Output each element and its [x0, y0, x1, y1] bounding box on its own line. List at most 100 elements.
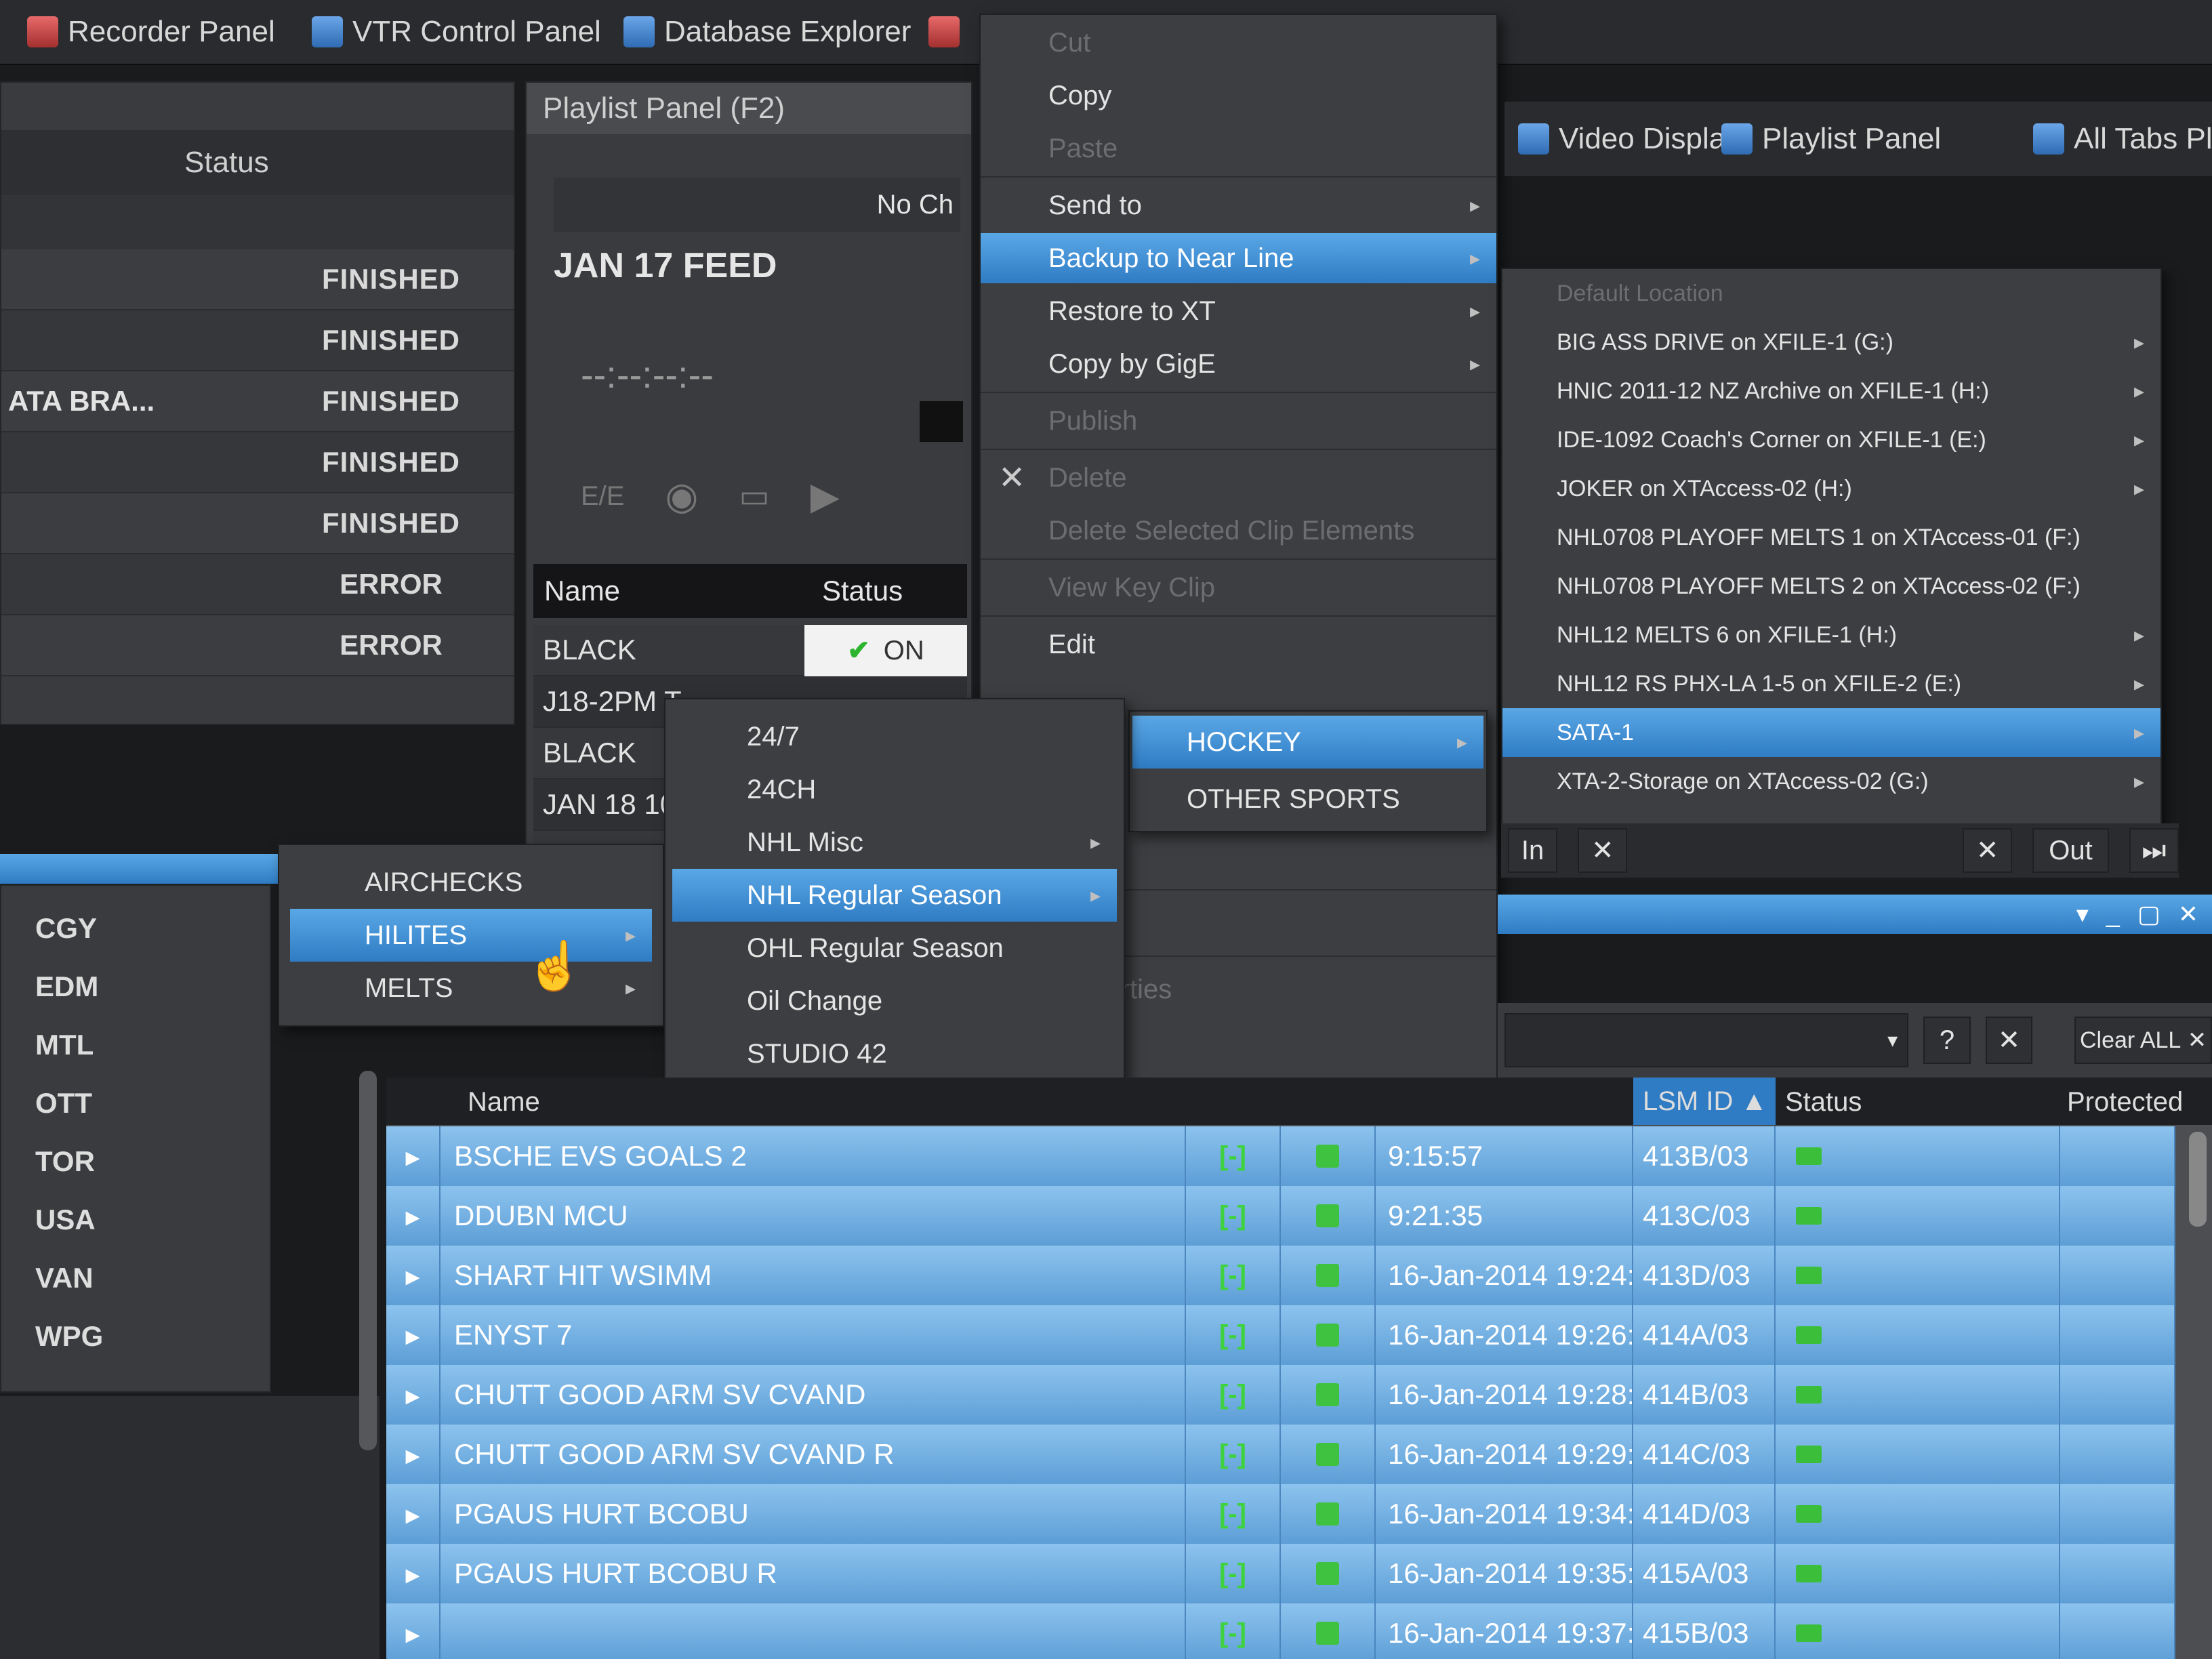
team-item[interactable]: OTT: [1, 1074, 270, 1132]
backup-menu-item[interactable]: XTA-2-Storage on XTAccess-02 (G:) ▸: [1502, 757, 2160, 806]
clip-date: 16-Jan-2014 19:24:17: [1388, 1259, 1633, 1291]
minimize-icon[interactable]: _: [2106, 900, 2120, 928]
backup-menu-item[interactable]: JOKER on XTAccess-02 (H:) ▸: [1502, 464, 2160, 513]
expand-cell[interactable]: ▸: [386, 1603, 441, 1659]
category-menu-item[interactable]: AIRCHECKS: [290, 856, 652, 909]
status-row[interactable]: FINISHED: [1, 493, 514, 554]
grid-scrollbar[interactable]: [2189, 1132, 2207, 1227]
backup-menu-item[interactable]: NHL12 RS PHX-LA 1-5 on XFILE-2 (E:) ▸: [1502, 659, 2160, 708]
team-item[interactable]: CGY: [1, 899, 270, 958]
expand-cell[interactable]: ▸: [386, 1544, 441, 1603]
backup-menu-item[interactable]: SATA-1 ▸: [1502, 708, 2160, 757]
context-menu-item[interactable]: Edit: [981, 619, 1496, 670]
sports-menu-item[interactable]: OTHER SPORTS: [1132, 773, 1483, 825]
context-menu-item[interactable]: Backup to Near Line ▸: [981, 233, 1496, 283]
status-row[interactable]: ATA BRA... FINISHED: [1, 371, 514, 432]
help-button[interactable]: ?: [1923, 1017, 1971, 1064]
table-row[interactable]: ▸ [-] 16-Jan-2014 19:37:23 415B/03: [386, 1603, 2175, 1659]
category-menu-item[interactable]: MELTS ▸: [290, 962, 652, 1015]
context-menu-item[interactable]: Send to ▸: [981, 180, 1496, 230]
backup-menu-item[interactable]: NHL12 MELTS 6 on XFILE-1 (H:) ▸: [1502, 611, 2160, 659]
table-row[interactable]: ▸ CHUTT GOOD ARM SV CVAND [-] 16-Jan-2014 1…: [386, 1365, 2175, 1426]
backup-menu-item[interactable]: IDE-1092 Coach's Corner on XFILE-1 (E:) ▸: [1502, 415, 2160, 464]
clear-in-icon[interactable]: ✕: [1578, 828, 1628, 873]
status-row[interactable]: FINISHED: [1, 310, 514, 371]
taskbar-all-tabs[interactable]: All Tabs Playlist: [2033, 117, 2212, 161]
folder-icon[interactable]: ▭: [739, 477, 769, 515]
hilites-menu-item[interactable]: OHL Regular Season: [672, 922, 1117, 975]
table-row[interactable]: ▸ SHART HIT WSIMM [-] 16-Jan-2014 19:24:17 4…: [386, 1246, 2175, 1307]
expand-cell[interactable]: ▸: [386, 1126, 441, 1186]
hilites-menu-item[interactable]: NHL Regular Season ▸: [672, 869, 1117, 922]
taskbar-database-explorer[interactable]: Database Explorer: [623, 9, 911, 54]
out-button[interactable]: Out: [2032, 828, 2109, 873]
clear-search-icon[interactable]: ✕: [1985, 1017, 2033, 1064]
on-status-cell[interactable]: ✔ ON: [804, 625, 967, 676]
status-row[interactable]: ERROR: [1, 615, 514, 676]
taskbar-extra[interactable]: [928, 9, 960, 54]
col-header-name[interactable]: Name: [468, 1087, 540, 1118]
team-item[interactable]: VAN: [1, 1249, 270, 1307]
team-item[interactable]: MTL: [1, 1016, 270, 1074]
eye-icon[interactable]: ◉: [665, 474, 698, 518]
expand-cell[interactable]: ▸: [386, 1186, 441, 1246]
hilites-menu-item[interactable]: Oil Change: [672, 975, 1117, 1027]
vertical-scrollbar[interactable]: [359, 1071, 377, 1450]
sports-menu-item[interactable]: HOCKEY ▸: [1132, 716, 1483, 769]
context-menu-item[interactable]: Copy by GigE ▸: [981, 339, 1496, 389]
context-menu-item[interactable]: Copy: [981, 70, 1496, 121]
team-item[interactable]: TOR: [1, 1132, 270, 1191]
status-row[interactable]: FINISHED: [1, 432, 514, 493]
col-header-protected[interactable]: Protected: [2067, 1087, 2183, 1118]
clear-all-button[interactable]: Clear ALL ✕: [2074, 1017, 2212, 1064]
table-row[interactable]: ▸ PGAUS HURT BCOBU R [-] 16-Jan-2014 19:35:…: [386, 1544, 2175, 1605]
hilites-menu-item[interactable]: 24/7: [672, 710, 1117, 763]
in-button[interactable]: In: [1508, 828, 1558, 873]
table-row[interactable]: ▸ ENYST 7 [-] 16-Jan-2014 19:26:40 414A/03: [386, 1305, 2175, 1366]
play-icon[interactable]: ▶: [811, 474, 840, 518]
search-dropdown[interactable]: ▾: [1504, 1013, 1909, 1067]
taskbar-vtr-control-panel[interactable]: VTR Control Panel: [312, 9, 601, 54]
taskbar-video-display[interactable]: Video Display: [1518, 117, 1740, 161]
expand-cell[interactable]: ▸: [386, 1365, 441, 1425]
type-cell: [-]: [1186, 1603, 1281, 1659]
hilites-menu-item[interactable]: STUDIO 42: [672, 1027, 1117, 1080]
lsm-cell: 415B/03: [1633, 1603, 1776, 1659]
table-row[interactable]: ▸ PGAUS HURT BCOBU [-] 16-Jan-2014 19:34:28…: [386, 1484, 2175, 1545]
col-header-status[interactable]: Status: [1785, 1087, 1862, 1118]
clear-out-icon[interactable]: ✕: [1963, 828, 2013, 873]
team-item[interactable]: WPG: [1, 1307, 270, 1366]
backup-menu-item[interactable]: HNIC 2011-12 NZ Archive on XFILE-1 (H:) ▸: [1502, 367, 2160, 415]
taskbar-playlist-panel[interactable]: Playlist Panel: [1721, 117, 1941, 161]
maximize-icon[interactable]: ▢: [2137, 900, 2160, 928]
goto-end-icon[interactable]: ⏭: [2129, 828, 2179, 873]
expand-cell[interactable]: ▸: [386, 1305, 441, 1365]
backup-menu-item[interactable]: NHL0708 PLAYOFF MELTS 1 on XTAccess-01 (…: [1502, 513, 2160, 562]
backup-menu-item[interactable]: BIG ASS DRIVE on XFILE-1 (G:) ▸: [1502, 318, 2160, 367]
ee-button[interactable]: E/E: [581, 481, 624, 512]
status-row[interactable]: FINISHED: [1, 249, 514, 310]
status-column-header[interactable]: Status: [1, 130, 514, 195]
expand-cell[interactable]: ▸: [386, 1246, 441, 1305]
col-name[interactable]: Name: [533, 575, 815, 607]
team-item[interactable]: EDM: [1, 958, 270, 1016]
col-header-lsm[interactable]: LSM ID ▲: [1633, 1078, 1776, 1125]
taskbar-recorder-panel[interactable]: Recorder Panel: [27, 9, 275, 54]
category-menu-item[interactable]: HILITES ▸: [290, 909, 652, 962]
backup-menu-item[interactable]: NHL0708 PLAYOFF MELTS 2 on XTAccess-02 (…: [1502, 562, 2160, 611]
table-row[interactable]: ▸ DDUBN MCU [-] 9:21:35 413C/03: [386, 1186, 2175, 1247]
col-status[interactable]: Status: [815, 575, 903, 607]
hilites-menu-item[interactable]: NHL Misc ▸: [672, 816, 1117, 869]
channel-bar[interactable]: No Ch: [554, 178, 960, 232]
expand-cell[interactable]: ▸: [386, 1425, 441, 1484]
status-cell: [1776, 1126, 2060, 1186]
dropdown-icon[interactable]: ▾: [2076, 900, 2089, 928]
close-icon[interactable]: ✕: [2178, 900, 2198, 928]
team-item[interactable]: USA: [1, 1191, 270, 1249]
context-menu-item[interactable]: Restore to XT ▸: [981, 286, 1496, 336]
table-row[interactable]: ▸ CHUTT GOOD ARM SV CVAND R [-] 16-Jan-2014…: [386, 1425, 2175, 1486]
table-row[interactable]: ▸ BSCHE EVS GOALS 2 [-] 9:15:57 413B/03: [386, 1126, 2175, 1187]
hilites-menu-item[interactable]: 24CH: [672, 763, 1117, 816]
expand-cell[interactable]: ▸: [386, 1484, 441, 1544]
status-row[interactable]: ERROR: [1, 554, 514, 615]
